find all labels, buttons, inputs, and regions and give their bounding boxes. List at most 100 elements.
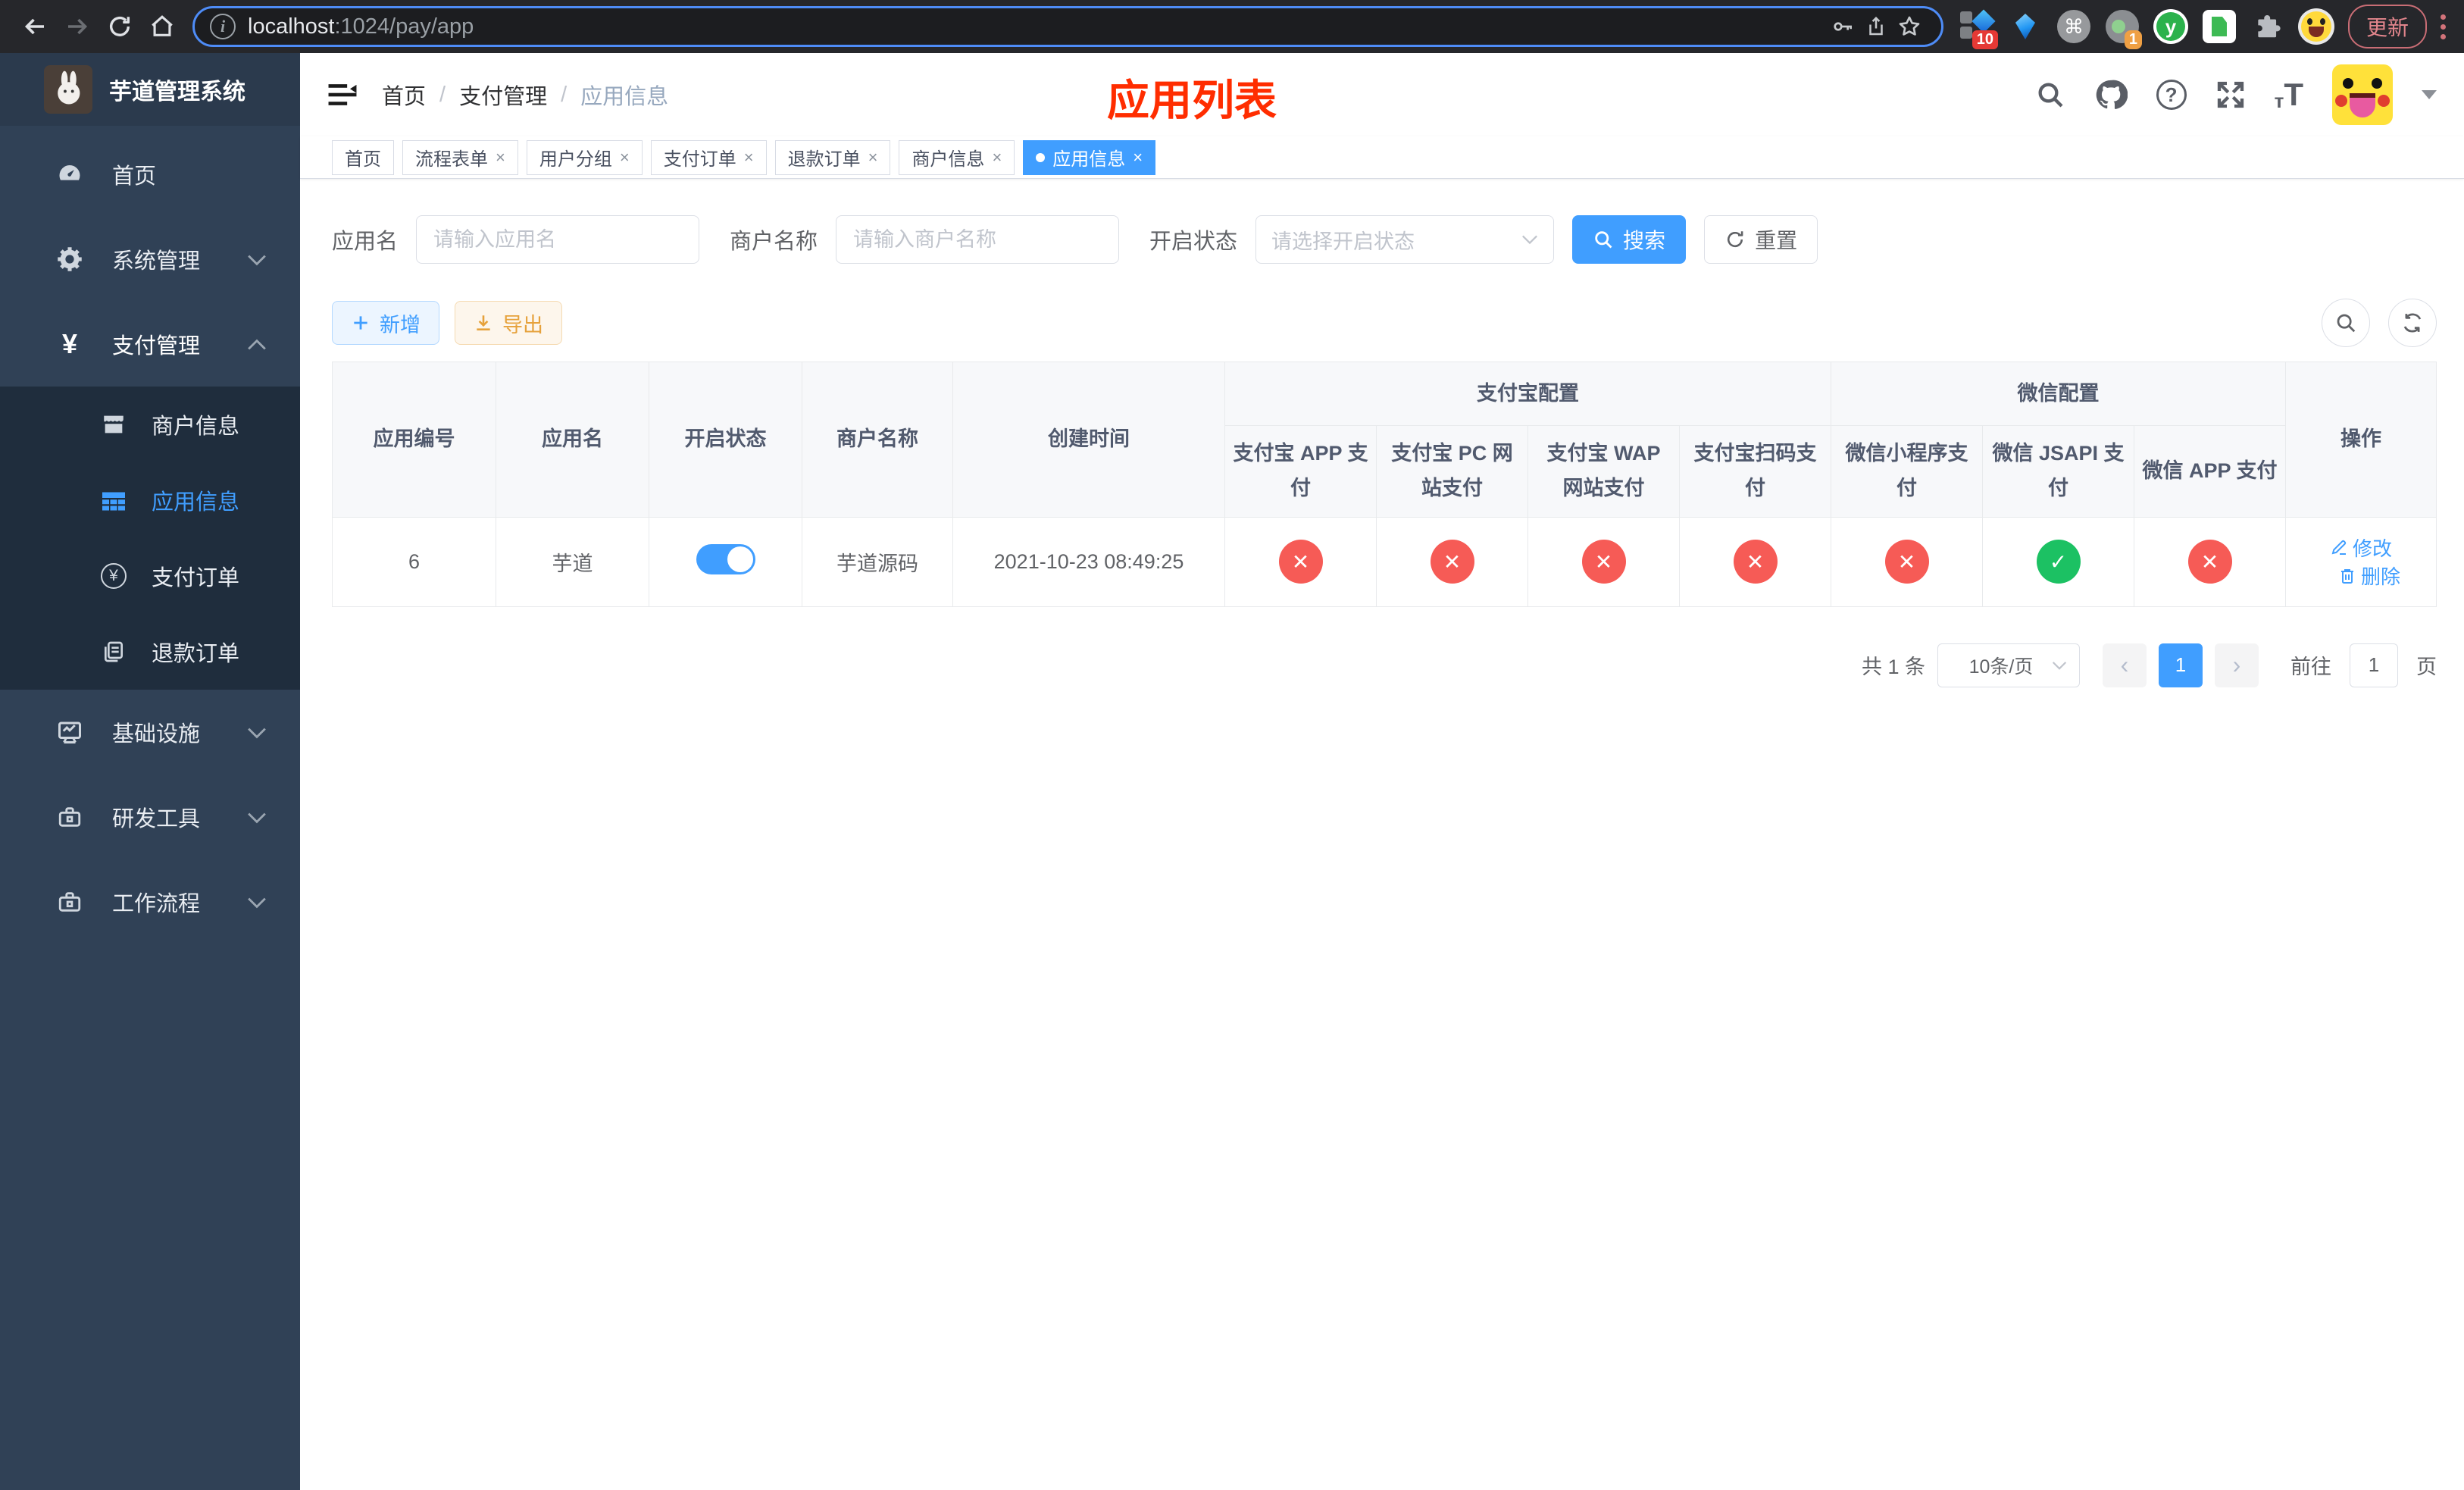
tab-home[interactable]: 首页 — [332, 139, 394, 175]
page-size-value: 10条/页 — [1968, 656, 2034, 678]
breadcrumb-section[interactable]: 支付管理 — [459, 79, 547, 111]
col-wechat-lite: 微信小程序支付 — [1831, 425, 1983, 518]
tab-pay-orders[interactable]: 支付订单 × — [650, 139, 767, 175]
col-merchant: 商户名称 — [802, 362, 953, 518]
edit-link[interactable]: 修改 — [2330, 534, 2392, 562]
breadcrumb: 首页 / 支付管理 / 应用信息 — [382, 79, 668, 111]
sidebar-item-refund-orders[interactable]: 退款订单 — [0, 614, 300, 690]
browser-back-icon[interactable] — [14, 5, 56, 48]
page-size-select[interactable]: 10条/页 — [1937, 643, 2080, 687]
extension-tabs-icon[interactable]: 10 — [1959, 8, 1998, 49]
search-button[interactable]: 搜索 — [1572, 215, 1687, 264]
github-icon[interactable] — [2094, 78, 2128, 111]
browser-menu-icon[interactable] — [2441, 14, 2446, 39]
bookmark-star-icon[interactable] — [1893, 10, 1926, 43]
sidebar-item-label: 基础设施 — [112, 722, 201, 747]
trash-icon — [2340, 568, 2353, 584]
plus-icon — [354, 316, 367, 330]
total-count: 共 1 条 — [1861, 656, 1925, 679]
tab-process-form[interactable]: 流程表单 × — [402, 139, 518, 175]
page-annotation-title: 应用列表 — [1107, 77, 1277, 124]
sidebar-item-infrastructure[interactable]: 基础设施 — [0, 690, 300, 775]
browser-home-icon[interactable] — [141, 5, 183, 48]
extension-notes-icon[interactable] — [2201, 8, 2237, 45]
sidebar-item-payment[interactable]: ¥ 支付管理 — [0, 302, 300, 387]
reset-button[interactable]: 重置 — [1704, 215, 1818, 264]
refresh-icon — [1728, 231, 1743, 248]
sidebar-collapse-icon[interactable] — [327, 81, 358, 108]
close-icon[interactable]: × — [992, 148, 1002, 167]
show-search-toggle-button[interactable] — [2322, 299, 2370, 347]
breadcrumb-current: 应用信息 — [580, 85, 669, 109]
profile-avatar-icon[interactable] — [2297, 8, 2334, 45]
close-icon[interactable]: × — [1133, 148, 1143, 167]
close-icon[interactable]: × — [744, 148, 754, 167]
sidebar-item-app-info[interactable]: 应用信息 — [0, 462, 300, 538]
status-select[interactable]: 请选择开启状态 — [1255, 215, 1555, 264]
breadcrumb-home[interactable]: 首页 — [382, 79, 426, 111]
search-icon[interactable] — [2035, 80, 2065, 110]
table-row: 6 芋道 芋道源码 2021-10-23 08:49:25 ✕ ✕ ✕ ✕ ✕ … — [332, 516, 2437, 607]
extension-badge: 1 — [2124, 30, 2142, 49]
col-alipay-wap: 支付宝 WAP 网站支付 — [1527, 425, 1680, 518]
tab-refund-orders[interactable]: 退款订单 × — [774, 139, 891, 175]
sidebar-item-home[interactable]: 首页 — [0, 132, 300, 217]
browser-forward-icon[interactable] — [56, 5, 98, 48]
close-icon[interactable]: × — [496, 148, 505, 167]
extension-badge: 10 — [1972, 30, 1998, 49]
chevron-down-icon — [2052, 661, 2067, 670]
chrome-update-button[interactable]: 更新 — [2347, 5, 2427, 49]
status-select-placeholder: 请选择开启状态 — [1271, 230, 1415, 253]
merchant-name-input[interactable] — [836, 215, 1120, 264]
sidebar-item-workflow[interactable]: 工作流程 — [0, 859, 300, 944]
sidebar-item-label: 工作流程 — [112, 892, 201, 916]
user-avatar[interactable] — [2332, 64, 2393, 125]
status-toggle[interactable] — [696, 543, 755, 574]
extensions-area: 10 ⌘ 1 y — [1959, 8, 2334, 49]
pagination: 共 1 条 10条/页 ‹ 1 › 前往 页 — [332, 643, 2437, 718]
browser-reload-icon[interactable] — [98, 5, 141, 48]
site-info-icon[interactable]: i — [210, 14, 236, 39]
address-bar[interactable]: i localhost:1024/pay/app — [192, 6, 1943, 47]
delete-link[interactable]: 删除 — [2338, 562, 2400, 590]
fullscreen-icon[interactable] — [2215, 80, 2246, 110]
status-label: 开启状态 — [1149, 230, 1238, 254]
sidebar-item-merchant-info[interactable]: 商户信息 — [0, 387, 300, 462]
app-name-input[interactable] — [416, 215, 700, 264]
password-key-icon[interactable] — [1826, 10, 1859, 43]
extension-command-icon[interactable]: ⌘ — [2056, 8, 2092, 45]
tab-app-info[interactable]: 应用信息 × — [1023, 139, 1156, 175]
prev-page-button[interactable]: ‹ — [2103, 643, 2147, 687]
extension-recorder-icon[interactable]: 1 — [2104, 8, 2142, 49]
tab-merchant-info[interactable]: 商户信息 × — [899, 139, 1015, 175]
col-group-wechat: 微信配置 — [1831, 362, 2286, 426]
col-wechat-app: 微信 APP 支付 — [2134, 425, 2286, 518]
sidebar-item-dev-tools[interactable]: 研发工具 — [0, 775, 300, 859]
close-icon[interactable]: × — [620, 148, 630, 167]
tab-user-group[interactable]: 用户分组 × — [526, 139, 643, 175]
help-icon[interactable]: ? — [2156, 80, 2187, 110]
next-page-button[interactable]: › — [2215, 643, 2259, 687]
avatar-caret-icon[interactable] — [2422, 90, 2437, 99]
col-actions: 操作 — [2285, 362, 2437, 518]
sidebar-item-label: 系统管理 — [112, 249, 201, 274]
chevron-down-icon — [247, 890, 267, 915]
extension-kite-icon[interactable] — [2007, 8, 2043, 45]
font-size-icon[interactable]: тT — [2275, 79, 2303, 111]
goto-page-input[interactable] — [2350, 643, 2398, 687]
close-icon[interactable]: × — [868, 148, 878, 167]
share-icon[interactable] — [1859, 10, 1893, 43]
sidebar-logo[interactable]: 芋道管理系统 — [0, 53, 300, 126]
sidebar-item-label: 应用信息 — [152, 490, 240, 515]
url-path: :1024/pay/app — [334, 14, 474, 39]
extension-y-icon[interactable]: y — [2153, 8, 2189, 45]
sidebar: 芋道管理系统 首页 系统管理 ¥ 支付管理 商户信息 应用信息 ¥ 支付订单 退… — [0, 53, 300, 1490]
sidebar-item-pay-orders[interactable]: ¥ 支付订单 — [0, 538, 300, 614]
refresh-table-button[interactable] — [2388, 299, 2437, 347]
url-text[interactable]: localhost:1024/pay/app — [248, 14, 1826, 39]
add-button[interactable]: 新增 — [332, 301, 439, 345]
extensions-puzzle-icon[interactable] — [2250, 8, 2286, 45]
export-button[interactable]: 导出 — [455, 301, 562, 345]
sidebar-item-system[interactable]: 系统管理 — [0, 217, 300, 302]
page-number-active[interactable]: 1 — [2159, 643, 2203, 687]
